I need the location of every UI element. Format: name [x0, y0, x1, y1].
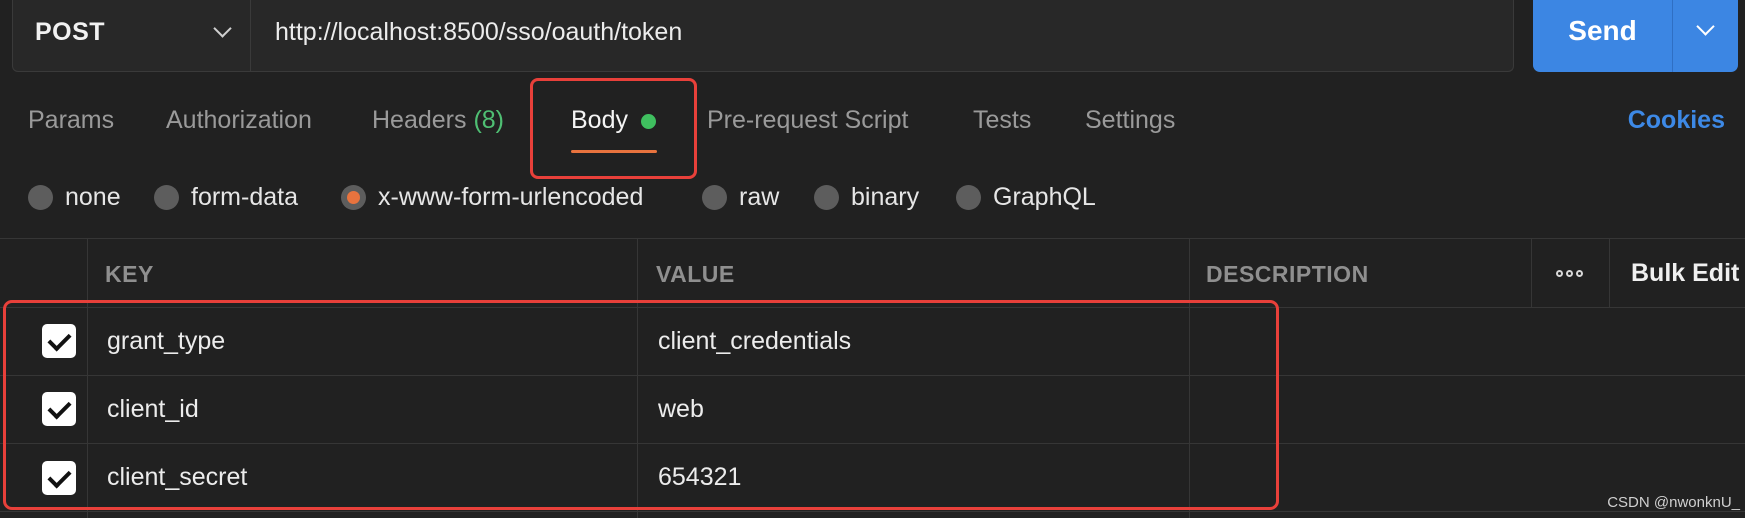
radio-button — [702, 184, 727, 210]
radio-binary[interactable]: binary — [814, 180, 919, 214]
tab-pre-request-script[interactable]: Pre-request Script — [707, 106, 908, 135]
radio-label: x-www-form-urlencoded — [378, 182, 644, 211]
radio-form-data[interactable]: form-data — [154, 180, 298, 214]
radio-label: none — [65, 182, 121, 211]
bulk-edit-button[interactable]: Bulk Edit — [1631, 259, 1739, 288]
tab-headers[interactable]: Headers (8) — [372, 106, 504, 135]
radio-x-www-form-urlencoded[interactable]: x-www-form-urlencoded — [341, 180, 643, 214]
annotation-box-rows — [3, 300, 1279, 510]
send-dropdown-button[interactable] — [1673, 0, 1738, 72]
method-select[interactable]: POST — [13, 0, 251, 72]
table-border — [0, 238, 1745, 239]
radio-raw[interactable]: raw — [702, 180, 779, 214]
tab-headers-count: (8) — [473, 106, 505, 134]
method-label: POST — [35, 18, 106, 46]
annotation-box-body-tab — [530, 78, 697, 179]
more-horizontal-icon[interactable] — [1556, 270, 1583, 277]
tab-params[interactable]: Params — [28, 106, 114, 135]
send-button[interactable]: Send — [1533, 0, 1672, 72]
cookies-link[interactable]: Cookies — [1628, 106, 1725, 135]
column-header-key: KEY — [105, 261, 154, 287]
radio-none[interactable]: none — [28, 180, 121, 214]
tab-tests[interactable]: Tests — [973, 106, 1031, 135]
chevron-down-icon — [213, 19, 232, 38]
radio-button-selected — [341, 184, 366, 210]
chevron-down-icon — [1696, 17, 1715, 36]
table-border — [1531, 238, 1532, 307]
send-button-group: Send — [1533, 0, 1738, 72]
url-input[interactable]: http://localhost:8500/sso/oauth/token — [275, 18, 682, 47]
table-border — [1609, 238, 1610, 307]
radio-button — [28, 184, 53, 210]
tab-authorization[interactable]: Authorization — [166, 106, 312, 135]
column-header-value: VALUE — [656, 261, 735, 287]
radio-button — [956, 184, 981, 210]
radio-graphql[interactable]: GraphQL — [956, 180, 1096, 214]
table-border — [0, 511, 1745, 512]
request-bar: POST http://localhost:8500/sso/oauth/tok… — [12, 0, 1514, 72]
radio-label: binary — [851, 182, 920, 211]
tab-settings[interactable]: Settings — [1085, 106, 1175, 135]
radio-label: form-data — [191, 182, 298, 211]
watermark: CSDN @nwonknU_ — [1607, 494, 1740, 511]
column-header-description: DESCRIPTION — [1206, 261, 1369, 287]
radio-button — [814, 184, 839, 210]
radio-label: GraphQL — [993, 182, 1096, 211]
radio-label: raw — [739, 182, 780, 211]
radio-button — [154, 184, 179, 210]
tab-headers-label: Headers — [372, 106, 467, 134]
